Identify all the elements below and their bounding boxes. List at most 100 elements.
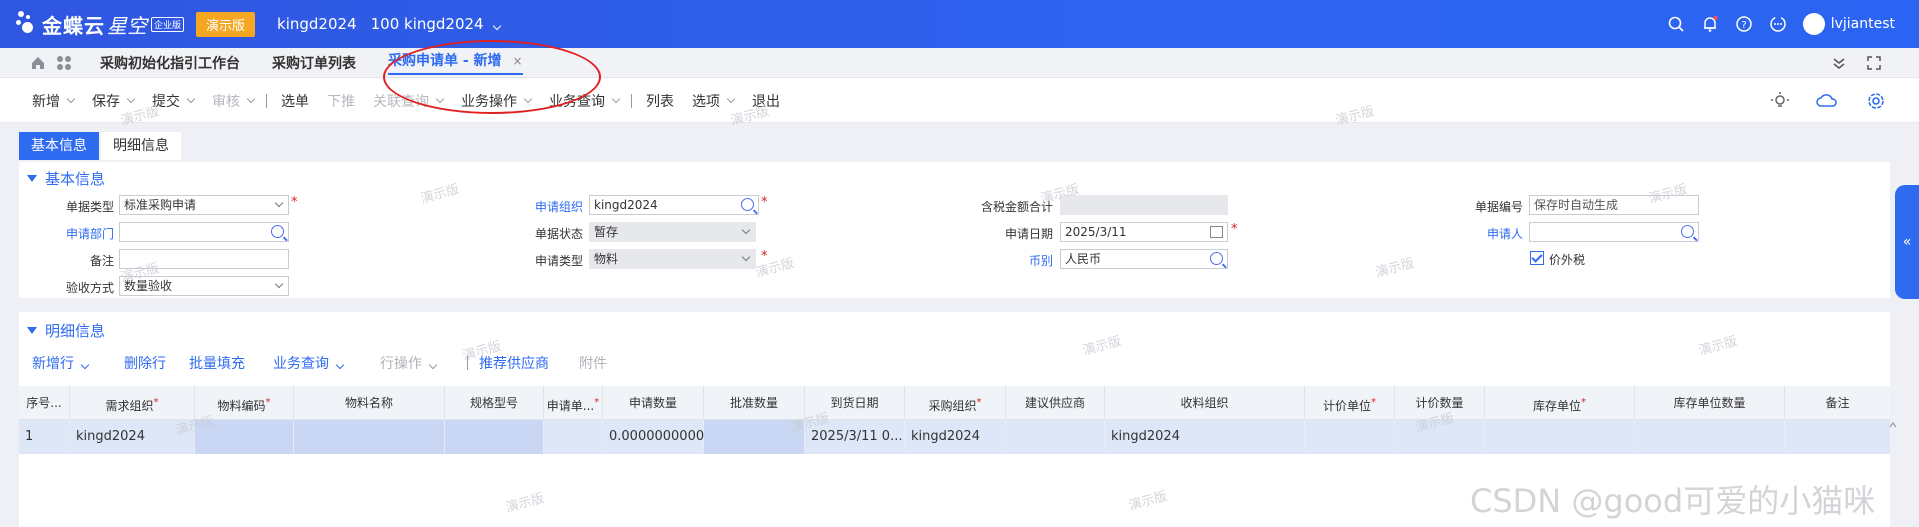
col-suggested-supplier[interactable]: 建议供应商 xyxy=(1006,386,1105,420)
cell-apply-qty[interactable]: 0.0000000000 xyxy=(603,420,704,454)
required-mark: * xyxy=(1371,397,1376,408)
search-icon[interactable] xyxy=(741,198,754,211)
search-icon[interactable] xyxy=(1210,252,1223,265)
lightbulb-icon[interactable] xyxy=(1770,91,1790,111)
col-material-code-label: 物料编码 xyxy=(217,399,266,413)
org-name[interactable]: kingd2024 xyxy=(277,15,357,33)
basic-info-section-title[interactable]: 基本信息 xyxy=(27,168,105,189)
col-seq[interactable]: 序号... xyxy=(19,386,70,420)
apply-org-input[interactable]: kingd2024 xyxy=(589,195,759,215)
scroll-up-icon[interactable] xyxy=(1888,420,1898,430)
col-spec-model[interactable]: 规格型号 xyxy=(445,386,544,420)
attachment-button[interactable]: 附件 xyxy=(579,353,607,373)
price-excl-tax-label: 价外税 xyxy=(1549,253,1586,267)
cell-apply-unit[interactable] xyxy=(544,420,603,454)
new-button[interactable]: 新增 xyxy=(32,91,76,111)
price-excl-tax-checkbox[interactable] xyxy=(1530,251,1544,265)
cell-material-name[interactable] xyxy=(294,420,445,454)
delete-row-button[interactable]: 删除行 xyxy=(124,353,166,373)
chevron-down-icon xyxy=(186,94,196,104)
table-row[interactable]: 1 kingd2024 0.0000000000 2025/3/11 0... … xyxy=(19,420,1890,454)
row-operation-button[interactable]: 行操作 xyxy=(380,353,438,373)
currency-input[interactable]: 人民币 xyxy=(1060,249,1228,269)
push-down-button[interactable]: 下推 xyxy=(327,91,355,111)
cell-receiving-org[interactable]: kingd2024 xyxy=(1105,420,1305,454)
detail-info-section-title[interactable]: 明细信息 xyxy=(27,320,105,341)
search-icon[interactable] xyxy=(271,225,284,238)
col-approved-qty[interactable]: 批准数量 xyxy=(704,386,805,420)
chevron-double-down-icon[interactable] xyxy=(1831,55,1847,71)
col-stock-unit[interactable]: 库存单位* xyxy=(1485,386,1635,420)
required-mark: * xyxy=(153,397,159,408)
cell-purchase-org[interactable]: kingd2024 xyxy=(905,420,1006,454)
detail-business-query-label: 业务查询 xyxy=(273,356,329,372)
bill-status-label: 单据状态 xyxy=(534,227,583,241)
cloud-icon[interactable] xyxy=(1816,91,1838,111)
tax-total-input xyxy=(1060,195,1228,215)
cell-remark[interactable] xyxy=(1785,420,1890,454)
applicant-label[interactable]: 申请人 xyxy=(1433,225,1523,242)
gear-icon[interactable] xyxy=(1866,91,1886,111)
more-circle-icon[interactable] xyxy=(1769,15,1787,33)
app-logo[interactable]: 金蝶云 星空 企业版 xyxy=(16,10,185,39)
select-bill-button[interactable]: 选单 xyxy=(281,91,309,111)
currency-label[interactable]: 币别 xyxy=(963,252,1053,269)
chevron-down-icon xyxy=(726,94,736,104)
subtab-detail-info[interactable]: 明细信息 xyxy=(101,132,181,160)
username: lvjiantest xyxy=(1830,16,1895,32)
cell-suggested-supplier[interactable] xyxy=(1006,420,1105,454)
apply-type-value: 物料 xyxy=(594,252,619,266)
applicant-input[interactable] xyxy=(1529,222,1699,242)
user-menu[interactable]: lvjiantest xyxy=(1802,13,1895,35)
home-icon[interactable] xyxy=(30,55,46,71)
apply-org-label[interactable]: 申请组织 xyxy=(493,198,583,215)
search-icon[interactable] xyxy=(1667,15,1685,33)
detail-business-query-button[interactable]: 业务查询 xyxy=(273,353,345,373)
collapse-triangle-icon xyxy=(27,175,37,182)
calendar-icon[interactable] xyxy=(1210,226,1223,238)
audit-button[interactable]: 审核 xyxy=(212,91,256,111)
tab-bar: 采购初始化指引工作台 采购订单列表 采购申请单 - 新增 × xyxy=(0,48,1919,78)
col-purchase-org[interactable]: 采购组织* xyxy=(905,386,1006,420)
search-icon[interactable] xyxy=(1681,225,1694,238)
required-mark: * xyxy=(761,195,768,210)
add-row-button[interactable]: 新增行 xyxy=(32,353,90,373)
bell-icon[interactable] xyxy=(1701,15,1719,33)
edition-badge: 企业版 xyxy=(151,16,185,32)
subtab-basic-info[interactable]: 基本信息 xyxy=(19,132,99,160)
apply-dept-input[interactable] xyxy=(119,222,289,242)
col-receiving-org[interactable]: 收料组织 xyxy=(1105,386,1305,420)
col-apply-qty[interactable]: 申请数量 xyxy=(603,386,704,420)
col-remark[interactable]: 备注 xyxy=(1785,386,1890,420)
cell-pricing-unit[interactable] xyxy=(1305,420,1395,454)
apply-type-select[interactable]: 物料 xyxy=(589,249,756,269)
side-panel-toggle[interactable]: « xyxy=(1895,185,1919,299)
col-apply-unit[interactable]: 申请单...* xyxy=(544,386,603,420)
bill-type-select[interactable]: 标准采购申请 xyxy=(119,195,289,215)
org-selector[interactable]: 100 kingd2024 xyxy=(371,15,501,33)
options-button[interactable]: 选项 xyxy=(692,91,736,111)
apply-date-input[interactable]: 2025/3/11 xyxy=(1060,222,1228,242)
tab-purchase-init-workbench[interactable]: 采购初始化指引工作台 xyxy=(100,53,240,73)
submit-button[interactable]: 提交 xyxy=(152,91,196,111)
list-button[interactable]: 列表 xyxy=(646,91,674,111)
cell-seq[interactable]: 1 xyxy=(19,420,70,454)
batch-fill-button[interactable]: 批量填充 xyxy=(189,353,245,373)
chevron-double-left-icon: « xyxy=(1902,234,1912,250)
col-material-name[interactable]: 物料名称 xyxy=(294,386,445,420)
apps-grid-icon[interactable] xyxy=(56,55,72,71)
cell-stock-unit[interactable] xyxy=(1485,420,1635,454)
cell-spec-model[interactable] xyxy=(445,420,544,454)
chevron-down-icon xyxy=(741,225,751,235)
cell-stock-unit-qty[interactable] xyxy=(1635,420,1785,454)
tab-purchase-order-list[interactable]: 采购订单列表 xyxy=(272,53,356,73)
col-pricing-unit[interactable]: 计价单位* xyxy=(1305,386,1395,420)
col-stock-unit-qty[interactable]: 库存单位数量 xyxy=(1635,386,1785,420)
basic-info-title: 基本信息 xyxy=(45,170,106,188)
logo-main-text: 金蝶云 xyxy=(42,13,105,38)
apply-dept-label[interactable]: 申请部门 xyxy=(24,225,114,242)
fullscreen-icon[interactable] xyxy=(1866,55,1882,71)
bill-status-value: 暂存 xyxy=(594,225,619,239)
col-demand-org[interactable]: 需求组织* xyxy=(70,386,195,420)
help-icon[interactable]: ? xyxy=(1735,15,1753,33)
